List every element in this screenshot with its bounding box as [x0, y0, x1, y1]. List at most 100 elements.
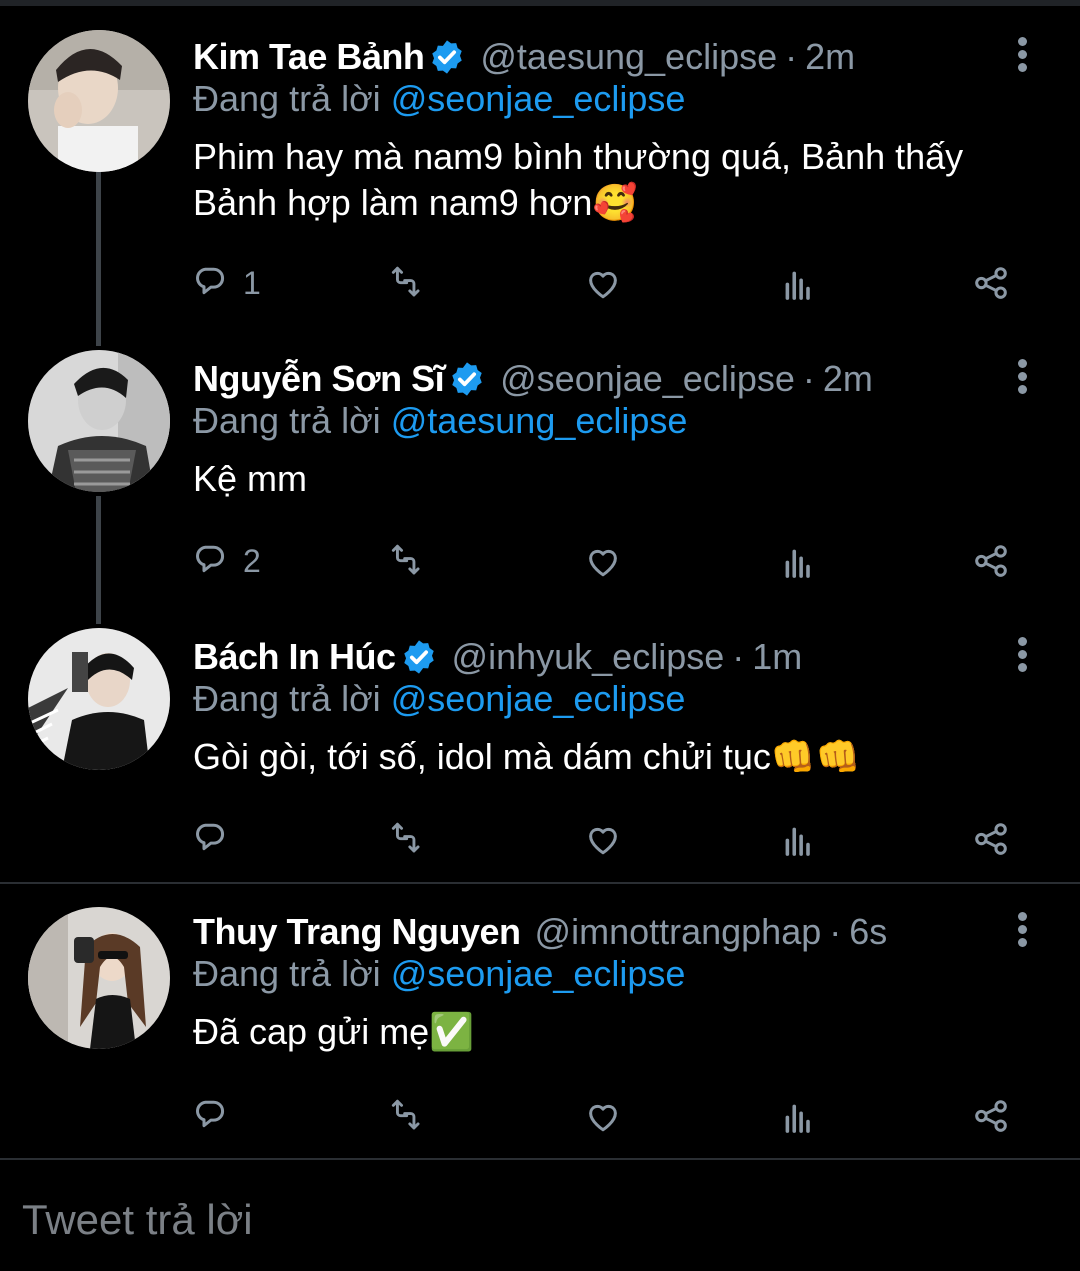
- share-icon: [975, 1100, 1007, 1132]
- tweet[interactable]: Thuy Trang Nguyen @imnottrangphap · 6s Đ…: [0, 907, 1080, 1157]
- tweet-text: Kệ mm: [193, 458, 308, 499]
- like-icon: [589, 549, 617, 577]
- mention-link[interactable]: @seonjae_eclipse: [391, 678, 686, 719]
- verified-badge-icon: [403, 640, 434, 674]
- reply-icon: [196, 545, 225, 573]
- retweet-button[interactable]: [383, 1091, 427, 1141]
- reply-button[interactable]: [193, 814, 243, 864]
- separator-dot: ·: [785, 36, 798, 77]
- retweet-button[interactable]: [383, 536, 427, 586]
- tweet-header: Kim Tae Bảnh @taesung_eclipse · 2m: [193, 32, 855, 82]
- more-options-icon[interactable]: [1010, 909, 1034, 953]
- action-bar: 2: [193, 536, 1023, 586]
- avatar-image: [28, 628, 170, 770]
- reply-button[interactable]: 2: [193, 536, 261, 586]
- analytics-icon: [785, 271, 810, 300]
- mention-link[interactable]: @taesung_eclipse: [391, 400, 688, 441]
- retweet-icon: [391, 266, 420, 297]
- like-icon: [589, 271, 617, 299]
- replying-to: Đang trả lời @seonjae_eclipse: [193, 953, 685, 995]
- like-button[interactable]: [581, 536, 625, 586]
- avatar-image: [28, 907, 170, 1049]
- reply-icon: [196, 1100, 225, 1128]
- like-button[interactable]: [581, 1091, 625, 1141]
- analytics-icon: [785, 549, 810, 578]
- author-handle[interactable]: @inhyuk_eclipse: [452, 636, 725, 678]
- timestamp[interactable]: 2m: [823, 358, 873, 400]
- replying-to: Đang trả lời @seonjae_eclipse: [193, 78, 685, 120]
- retweet-button[interactable]: [383, 814, 427, 864]
- retweet-button[interactable]: [383, 258, 427, 308]
- timestamp[interactable]: 6s: [849, 911, 887, 953]
- analytics-icon: [785, 1104, 810, 1133]
- retweet-icon: [391, 1099, 420, 1130]
- avatar[interactable]: [28, 907, 170, 1049]
- action-bar: 1: [193, 258, 1023, 308]
- tweet-text: Gòi gòi, tới số, idol mà dám chửi tục👊👊: [193, 736, 861, 777]
- analytics-button[interactable]: [775, 258, 819, 308]
- verified-badge-icon: [432, 40, 463, 74]
- share-icon: [975, 545, 1007, 577]
- tweet-header: Thuy Trang Nguyen @imnottrangphap · 6s: [193, 907, 887, 957]
- analytics-button[interactable]: [775, 814, 819, 864]
- tweet-text: Đã cap gửi mẹ✅: [193, 1011, 475, 1052]
- separator-dot: ·: [802, 358, 815, 399]
- more-options-icon[interactable]: [1010, 34, 1034, 78]
- mention-link[interactable]: @seonjae_eclipse: [391, 953, 686, 994]
- retweet-icon: [391, 822, 420, 853]
- like-icon: [589, 827, 617, 855]
- author-handle[interactable]: @imnottrangphap: [535, 911, 822, 953]
- compose-divider: [0, 1158, 1080, 1160]
- reply-icon: [196, 823, 225, 851]
- top-border: [0, 0, 1080, 6]
- more-options-icon[interactable]: [1010, 356, 1034, 400]
- tweet[interactable]: Nguyễn Sơn Sĩ @seonjae_eclipse · 2m Đang…: [0, 350, 1080, 634]
- share-button[interactable]: [969, 1091, 1013, 1141]
- timestamp[interactable]: 1m: [752, 636, 802, 678]
- timestamp[interactable]: 2m: [805, 36, 855, 78]
- reply-button[interactable]: [193, 1091, 243, 1141]
- share-icon: [975, 823, 1007, 855]
- share-icon: [975, 267, 1007, 299]
- reply-compose-input[interactable]: Tweet trả lời: [22, 1196, 253, 1244]
- reply-button[interactable]: 1: [193, 258, 261, 308]
- verified-badge-icon: [452, 362, 482, 396]
- analytics-icon: [785, 827, 810, 856]
- replying-prefix: Đang trả lời: [193, 400, 391, 441]
- replying-to: Đang trả lời @taesung_eclipse: [193, 400, 687, 442]
- like-button[interactable]: [581, 814, 625, 864]
- share-button[interactable]: [969, 814, 1013, 864]
- share-button[interactable]: [969, 258, 1013, 308]
- replying-to: Đang trả lời @seonjae_eclipse: [193, 678, 685, 720]
- retweet-icon: [391, 544, 420, 575]
- more-options-icon[interactable]: [1010, 634, 1034, 678]
- tweet-header: Nguyễn Sơn Sĩ @seonjae_eclipse · 2m: [193, 354, 873, 404]
- author-name[interactable]: Nguyễn Sơn Sĩ: [193, 358, 445, 400]
- tweet-divider: [0, 882, 1080, 884]
- avatar[interactable]: [28, 30, 170, 172]
- tweet[interactable]: Kim Tae Bảnh @taesung_eclipse · 2m Đang …: [0, 30, 1080, 332]
- reply-icon: [196, 267, 225, 295]
- replying-prefix: Đang trả lời: [193, 78, 391, 119]
- analytics-button[interactable]: [775, 1091, 819, 1141]
- avatar-image: [28, 30, 170, 172]
- avatar-image: [28, 350, 170, 492]
- author-name[interactable]: Thuy Trang Nguyen: [193, 911, 521, 953]
- tweet[interactable]: Bách In Húc @inhyuk_eclipse · 1m Đang tr…: [0, 628, 1080, 872]
- avatar[interactable]: [28, 350, 170, 492]
- mention-link[interactable]: @seonjae_eclipse: [391, 78, 686, 119]
- reply-count: 1: [243, 264, 261, 301]
- author-name[interactable]: Bách In Húc: [193, 636, 396, 678]
- author-name[interactable]: Kim Tae Bảnh: [193, 36, 425, 78]
- tweet-text: Phim hay mà nam9 bình thường quá, Bảnh t…: [193, 136, 964, 223]
- separator-dot: ·: [732, 636, 745, 677]
- avatar[interactable]: [28, 628, 170, 770]
- tweet-header: Bách In Húc @inhyuk_eclipse · 1m: [193, 632, 802, 682]
- replying-prefix: Đang trả lời: [193, 678, 391, 719]
- action-bar: [193, 1091, 1023, 1141]
- author-handle[interactable]: @taesung_eclipse: [480, 36, 777, 78]
- like-button[interactable]: [581, 258, 625, 308]
- author-handle[interactable]: @seonjae_eclipse: [500, 358, 795, 400]
- analytics-button[interactable]: [775, 536, 819, 586]
- share-button[interactable]: [969, 536, 1013, 586]
